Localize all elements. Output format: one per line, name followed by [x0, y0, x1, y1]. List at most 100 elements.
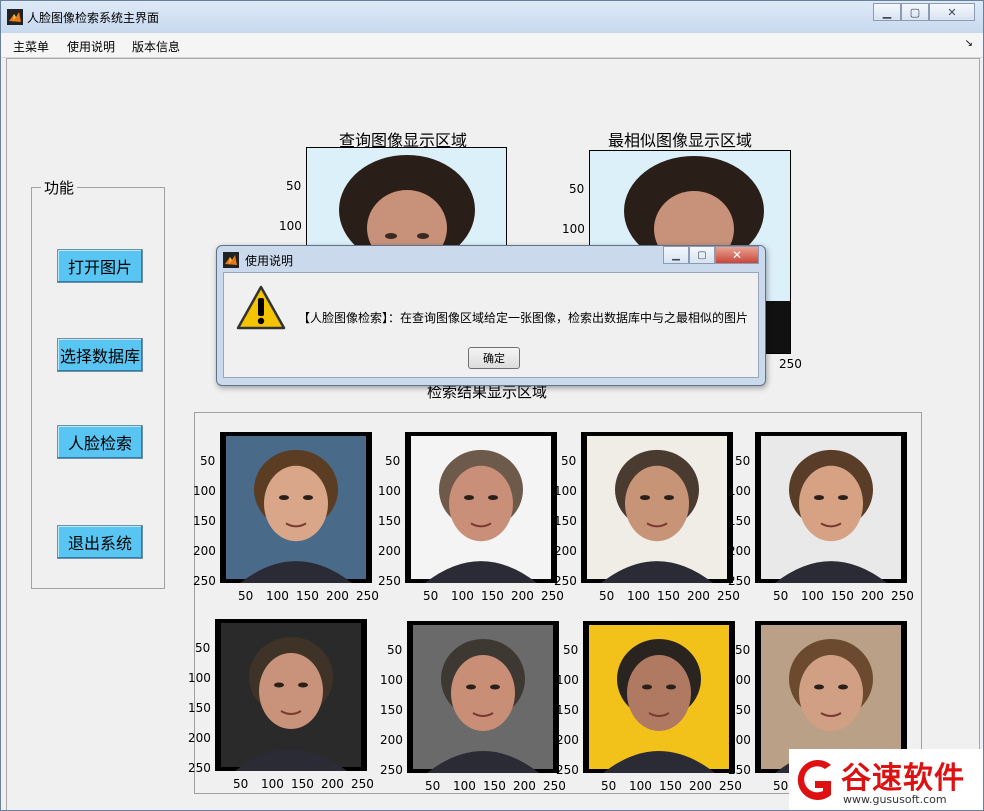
result-1-ytick-50: 50 [200, 454, 216, 468]
result-4-xtick-100: 100 [801, 589, 824, 603]
dialog-title: 使用说明 [245, 254, 294, 268]
main-window: 人脸图像检索系统主界面 ▁ ▢ ✕ 主菜单 使用说明 版本信息 ↘ 功能 打开图… [0, 0, 984, 811]
result-1-ytick-250: 250 [193, 574, 216, 588]
result-7-xtick-150: 150 [659, 779, 682, 793]
result-8-ytick-150: 150 [728, 703, 751, 717]
menu-version[interactable]: 版本信息 [132, 38, 180, 55]
result-3-xtick-250: 250 [717, 589, 740, 603]
result-6-ytick-200: 200 [380, 733, 403, 747]
menu-dock-arrow-icon[interactable]: ↘ [965, 38, 973, 49]
result-3-ytick-50: 50 [561, 454, 577, 468]
result-6-ytick-250: 250 [380, 763, 403, 777]
menu-help[interactable]: 使用说明 [67, 38, 115, 55]
help-dialog: 使用说明 ▁ ▢ ✕ 【人脸图像检索】：在查询图像区域给定一张图像，检索出数据库… [216, 245, 766, 386]
result-2-ytick-50: 50 [385, 454, 401, 468]
result-4-ytick-50: 50 [735, 454, 751, 468]
result-4-xtick-150: 150 [831, 589, 854, 603]
menu-bar: 主菜单 使用说明 版本信息 ↘ [1, 33, 983, 58]
close-icon[interactable]: ✕ [929, 3, 975, 21]
menu-main[interactable]: 主菜单 [13, 38, 49, 55]
result-1-xtick-150: 150 [296, 589, 319, 603]
result-6-ytick-100: 100 [380, 673, 403, 687]
open-image-button[interactable]: 打开图片 [57, 249, 143, 283]
matlab-icon [7, 9, 23, 25]
result-face-6 [413, 625, 553, 773]
result-6-xtick-100: 100 [453, 779, 476, 793]
result-4-xtick-50: 50 [773, 589, 789, 603]
result-image-2 [405, 432, 557, 583]
result-5-ytick-250: 250 [188, 761, 211, 775]
result-8-xtick-50: 50 [773, 779, 789, 793]
maximize-icon[interactable]: ▢ [901, 3, 929, 21]
best-xtick-250: 250 [779, 357, 802, 371]
result-7-xtick-250: 250 [719, 779, 742, 793]
result-image-6 [407, 621, 559, 773]
result-face-4 [761, 435, 901, 583]
result-8-ytick-50: 50 [735, 643, 751, 657]
watermark-url: www.gususoft.com [843, 793, 947, 806]
result-face-5 [221, 623, 361, 771]
result-face-2 [411, 435, 551, 583]
query-face-image [307, 148, 506, 246]
result-1-xtick-100: 100 [266, 589, 289, 603]
dialog-close-icon[interactable]: ✕ [715, 246, 759, 264]
result-1-xtick-250: 250 [356, 589, 379, 603]
result-1-ytick-200: 200 [193, 544, 216, 558]
result-image-4 [755, 432, 907, 583]
select-database-button[interactable]: 选择数据库 [57, 338, 143, 372]
dialog-message: 【人脸图像检索】：在查询图像区域给定一张图像，检索出数据库中与之最相似的图片 [298, 311, 749, 325]
result-5-xtick-200: 200 [321, 777, 344, 791]
result-3-xtick-150: 150 [657, 589, 680, 603]
result-6-ytick-150: 150 [380, 703, 403, 717]
result-1-xtick-50: 50 [238, 589, 254, 603]
query-ytick-100: 100 [279, 219, 302, 233]
result-3-ytick-200: 200 [554, 544, 577, 558]
result-3-ytick-250: 250 [554, 574, 577, 588]
result-7-ytick-150: 150 [556, 703, 579, 717]
dialog-minimize-icon[interactable]: ▁ [663, 246, 689, 264]
watermark: 谷速软件 www.gususoft.com [789, 749, 983, 810]
result-8-ytick-250: 250 [728, 763, 751, 777]
watermark-name: 谷速软件 [841, 761, 965, 796]
result-image-1 [220, 432, 372, 583]
exit-button[interactable]: 退出系统 [57, 525, 143, 559]
result-7-ytick-200: 200 [556, 733, 579, 747]
result-6-xtick-200: 200 [513, 779, 536, 793]
window-controls: ▁ ▢ ✕ [873, 3, 975, 21]
result-2-ytick-200: 200 [378, 544, 401, 558]
result-4-xtick-200: 200 [861, 589, 884, 603]
result-5-xtick-100: 100 [261, 777, 284, 791]
result-5-ytick-100: 100 [188, 671, 211, 685]
query-ytick-50: 50 [286, 179, 302, 193]
result-image-5 [215, 619, 367, 771]
result-7-ytick-100: 100 [556, 673, 579, 687]
result-3-ytick-150: 150 [554, 514, 577, 528]
result-1-ytick-150: 150 [193, 514, 216, 528]
query-image [306, 147, 507, 247]
function-panel-title: 功能 [41, 177, 78, 198]
result-8-ytick-100: 100 [728, 673, 751, 687]
result-image-3 [581, 432, 733, 583]
matlab-icon [223, 252, 239, 268]
title-bar[interactable]: 人脸图像检索系统主界面 ▁ ▢ ✕ [1, 1, 983, 33]
warning-icon [236, 285, 286, 330]
result-2-ytick-250: 250 [378, 574, 401, 588]
result-2-xtick-150: 150 [481, 589, 504, 603]
result-3-ytick-100: 100 [554, 484, 577, 498]
result-4-ytick-200: 200 [728, 544, 751, 558]
ok-button[interactable]: 确定 [468, 347, 520, 369]
result-5-xtick-250: 250 [351, 777, 374, 791]
result-8-ytick-200: 200 [728, 733, 751, 747]
result-4-ytick-150: 150 [728, 514, 751, 528]
result-3-xtick-200: 200 [687, 589, 710, 603]
face-search-button[interactable]: 人脸检索 [57, 425, 143, 459]
result-2-ytick-100: 100 [378, 484, 401, 498]
result-2-xtick-50: 50 [423, 589, 439, 603]
result-6-xtick-50: 50 [425, 779, 441, 793]
dialog-maximize-icon[interactable]: ▢ [689, 246, 715, 264]
best-ytick-100: 100 [562, 222, 585, 236]
minimize-icon[interactable]: ▁ [873, 3, 901, 21]
result-6-xtick-250: 250 [543, 779, 566, 793]
result-4-ytick-100: 100 [728, 484, 751, 498]
result-6-xtick-150: 150 [483, 779, 506, 793]
